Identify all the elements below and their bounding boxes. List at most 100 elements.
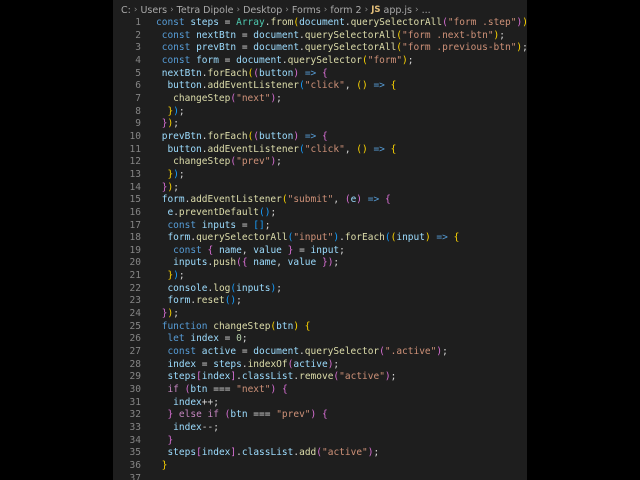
code-token: active [293,358,328,370]
code-token: }) [316,257,334,269]
code-line[interactable]: 30 if (btn === "next") { [113,384,527,397]
code-line[interactable]: 26 let index = 0; [113,333,527,346]
code-token: , [241,244,254,256]
chevron-right-icon: › [236,5,241,15]
code-token: --; [201,422,219,433]
code-line[interactable]: 32 } else if (btn === "prev") { [113,409,527,422]
code-line[interactable]: 29 steps[index].classList.remove("active… [113,371,527,384]
code-line[interactable]: 12 changeStep("prev"); [113,156,527,169]
code-text: function changeStep(btn) { [156,321,311,334]
code-text: const inputs = []; [156,220,270,233]
code-token: addEventListener [207,80,300,92]
breadcrumb-item[interactable]: form 2 [330,5,361,16]
code-token: () [259,206,271,218]
code-token: => [299,67,317,79]
line-number: 11 [129,143,141,155]
code-token: active [201,346,237,358]
code-line[interactable]: 9 }); [113,118,527,131]
code-line[interactable]: 31 index++; [113,397,527,410]
breadcrumb-item[interactable]: Users [140,5,167,16]
breadcrumb-symbols[interactable]: ... [422,5,431,16]
code-line[interactable]: 37 [113,473,527,480]
code-token: querySelectorAll [304,42,397,54]
code-token: console [167,282,208,294]
code-text: prevBtn.forEach((button) => { [156,131,328,144]
code-line[interactable]: 3 const prevBtn = document.querySelector… [113,42,527,55]
code-line[interactable]: 1 const steps = Array.from(document.query… [113,17,527,30]
code-token: document [236,54,282,66]
code-token: const [161,54,197,66]
code-editor[interactable]: C: › Users › Tetra Dipole › Desktop › Forms › form… [113,0,527,480]
code-token: changeStep [173,156,231,168]
code-token: { [390,80,397,92]
code-area[interactable]: 1 const steps = Array.from(document.query… [113,17,527,480]
code-text: button.addEventListener("click", () => { [156,144,396,157]
code-text: }); [156,106,184,119]
breadcrumb-item[interactable]: Desktop [243,5,282,16]
code-text: }); [156,270,184,283]
code-line[interactable]: 22 console.log(inputs); [113,283,527,296]
breadcrumb-item[interactable]: Forms [292,5,321,16]
code-line[interactable]: 5 nextBtn.forEach((button) => { [113,68,527,81]
code-token: steps [190,17,219,28]
code-token: "form .previous-btn" [402,42,517,54]
line-number: 30 [129,384,141,396]
code-line[interactable]: 15 form.addEventListener("submit", (e) =… [113,194,527,207]
code-line[interactable]: 20 inputs.push({ name, value }); [113,257,527,270]
code-text: const prevBtn = document.querySelectorAl… [156,42,527,55]
code-line[interactable]: 18 form.querySelectorAll("input").forEac… [113,232,527,245]
code-token: function [161,320,214,332]
code-line[interactable]: 25 function changeStep(btn) { [113,321,527,334]
code-line[interactable]: 36 } [113,460,527,473]
code-line[interactable]: 7 changeStep("next"); [113,93,527,106]
code-token: } [161,459,168,471]
code-line[interactable]: 21 }); [113,270,527,283]
code-line[interactable]: 28 index = steps.indexOf(active); [113,359,527,372]
code-line[interactable]: 8 }); [113,106,527,119]
code-token: ({ [236,257,254,269]
code-line[interactable]: 13 }); [113,169,527,182]
code-token: index [173,422,202,433]
code-line[interactable]: 27 const active = document.querySelector… [113,346,527,359]
code-line[interactable]: 16 e.preventDefault(); [113,207,527,220]
code-line[interactable]: 34 } [113,435,527,448]
code-token: "submit" [287,194,334,206]
code-text: if (btn === "next") { [156,384,287,397]
breadcrumb-file[interactable]: app.js [384,5,413,16]
code-line[interactable]: 33 index--; [113,422,527,435]
code-line[interactable]: 10 prevBtn.forEach((button) => { [113,131,527,144]
code-line[interactable]: 17 const inputs = []; [113,220,527,233]
code-line[interactable]: 35 steps[index].classList.add("active"); [113,447,527,460]
code-token: btn [230,409,248,421]
breadcrumb-item[interactable]: C: [121,5,131,16]
breadcrumb-item[interactable]: Tetra Dipole [177,5,234,16]
code-text: changeStep("prev"); [156,156,282,169]
code-token: inputs [173,257,208,269]
code-line[interactable]: 11 button.addEventListener("click", () =… [113,144,527,157]
code-line[interactable]: 23 form.reset(); [113,295,527,308]
code-token: "prev" [276,409,311,421]
code-token: querySelector [287,54,362,66]
line-number: 3 [135,42,141,54]
code-line[interactable]: 19 const { name, value } = input; [113,245,527,258]
line-number: 6 [135,80,141,92]
code-text: button.addEventListener("click", () => { [156,80,396,93]
code-line[interactable]: 14 }); [113,182,527,195]
code-line[interactable]: 2 const nextBtn = document.querySelector… [113,30,527,43]
code-token: button [259,67,294,79]
code-token: steps [167,371,197,383]
code-line[interactable]: 4 const form = document.querySelector("f… [113,55,527,68]
code-line[interactable]: 24 }); [113,308,527,321]
code-line[interactable]: 6 button.addEventListener("click", () =>… [113,80,527,93]
code-token: ; [276,282,282,294]
line-number: 1 [135,17,141,28]
